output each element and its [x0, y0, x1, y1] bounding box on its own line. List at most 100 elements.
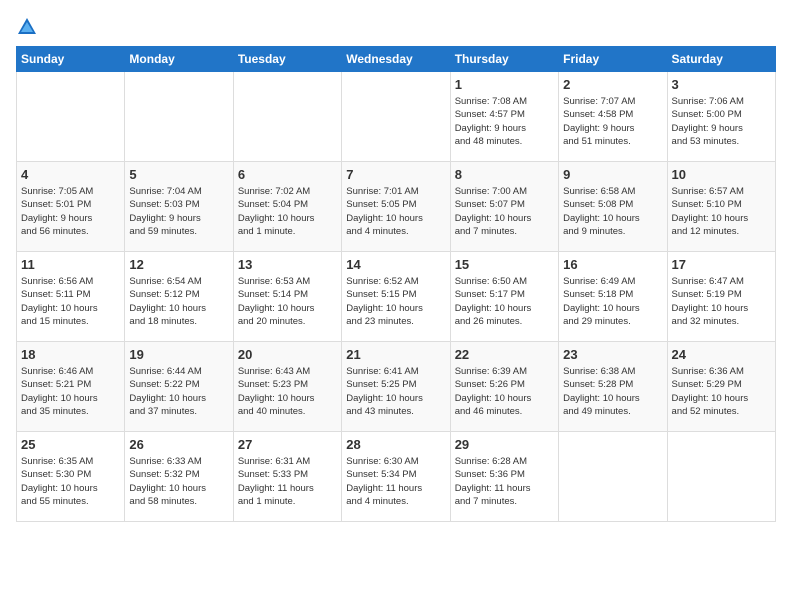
calendar-cell: 6 Sunrise: 7:02 AM Sunset: 5:04 PM Daylig…: [233, 162, 341, 252]
day-info: Sunrise: 7:01 AM Sunset: 5:05 PM Dayligh…: [346, 185, 445, 238]
calendar-cell: 24 Sunrise: 6:36 AM Sunset: 5:29 PM Dayli…: [667, 342, 775, 432]
weekday-header: Friday: [559, 47, 667, 72]
day-number: 22: [455, 347, 554, 362]
day-info: Sunrise: 6:54 AM Sunset: 5:12 PM Dayligh…: [129, 275, 228, 328]
day-info: Sunrise: 6:30 AM Sunset: 5:34 PM Dayligh…: [346, 455, 445, 508]
calendar-week-row: 4 Sunrise: 7:05 AM Sunset: 5:01 PM Daylig…: [17, 162, 776, 252]
weekday-header: Monday: [125, 47, 233, 72]
day-number: 18: [21, 347, 120, 362]
calendar-week-row: 18 Sunrise: 6:46 AM Sunset: 5:21 PM Dayli…: [17, 342, 776, 432]
day-number: 16: [563, 257, 662, 272]
day-number: 21: [346, 347, 445, 362]
weekday-header: Thursday: [450, 47, 558, 72]
day-info: Sunrise: 7:04 AM Sunset: 5:03 PM Dayligh…: [129, 185, 228, 238]
day-number: 9: [563, 167, 662, 182]
day-info: Sunrise: 6:31 AM Sunset: 5:33 PM Dayligh…: [238, 455, 337, 508]
day-number: 13: [238, 257, 337, 272]
day-info: Sunrise: 6:43 AM Sunset: 5:23 PM Dayligh…: [238, 365, 337, 418]
day-info: Sunrise: 7:07 AM Sunset: 4:58 PM Dayligh…: [563, 95, 662, 148]
day-info: Sunrise: 6:52 AM Sunset: 5:15 PM Dayligh…: [346, 275, 445, 328]
calendar-week-row: 25 Sunrise: 6:35 AM Sunset: 5:30 PM Dayli…: [17, 432, 776, 522]
calendar-cell: 29 Sunrise: 6:28 AM Sunset: 5:36 PM Dayli…: [450, 432, 558, 522]
day-info: Sunrise: 6:49 AM Sunset: 5:18 PM Dayligh…: [563, 275, 662, 328]
day-number: 26: [129, 437, 228, 452]
day-info: Sunrise: 6:28 AM Sunset: 5:36 PM Dayligh…: [455, 455, 554, 508]
calendar-table: SundayMondayTuesdayWednesdayThursdayFrid…: [16, 46, 776, 522]
calendar-cell: [667, 432, 775, 522]
calendar-cell: 17 Sunrise: 6:47 AM Sunset: 5:19 PM Dayli…: [667, 252, 775, 342]
day-number: 6: [238, 167, 337, 182]
day-info: Sunrise: 7:06 AM Sunset: 5:00 PM Dayligh…: [672, 95, 771, 148]
calendar-cell: 5 Sunrise: 7:04 AM Sunset: 5:03 PM Daylig…: [125, 162, 233, 252]
day-info: Sunrise: 7:08 AM Sunset: 4:57 PM Dayligh…: [455, 95, 554, 148]
day-info: Sunrise: 6:57 AM Sunset: 5:10 PM Dayligh…: [672, 185, 771, 238]
day-number: 7: [346, 167, 445, 182]
calendar-cell: 28 Sunrise: 6:30 AM Sunset: 5:34 PM Dayli…: [342, 432, 450, 522]
calendar-cell: 18 Sunrise: 6:46 AM Sunset: 5:21 PM Dayli…: [17, 342, 125, 432]
calendar-cell: 1 Sunrise: 7:08 AM Sunset: 4:57 PM Daylig…: [450, 72, 558, 162]
calendar-cell: 3 Sunrise: 7:06 AM Sunset: 5:00 PM Daylig…: [667, 72, 775, 162]
day-info: Sunrise: 6:47 AM Sunset: 5:19 PM Dayligh…: [672, 275, 771, 328]
day-number: 1: [455, 77, 554, 92]
page-header: [16, 16, 776, 38]
day-info: Sunrise: 7:02 AM Sunset: 5:04 PM Dayligh…: [238, 185, 337, 238]
calendar-cell: 4 Sunrise: 7:05 AM Sunset: 5:01 PM Daylig…: [17, 162, 125, 252]
logo-icon: [16, 16, 38, 38]
calendar-cell: 14 Sunrise: 6:52 AM Sunset: 5:15 PM Dayli…: [342, 252, 450, 342]
calendar-cell: 11 Sunrise: 6:56 AM Sunset: 5:11 PM Dayli…: [17, 252, 125, 342]
day-info: Sunrise: 6:41 AM Sunset: 5:25 PM Dayligh…: [346, 365, 445, 418]
weekday-header: Wednesday: [342, 47, 450, 72]
calendar-cell: 8Sunrise: 7:00 AM Sunset: 5:07 PM Daylig…: [450, 162, 558, 252]
calendar-cell: 25 Sunrise: 6:35 AM Sunset: 5:30 PM Dayli…: [17, 432, 125, 522]
day-number: 4: [21, 167, 120, 182]
day-info: Sunrise: 6:58 AM Sunset: 5:08 PM Dayligh…: [563, 185, 662, 238]
calendar-cell: [342, 72, 450, 162]
day-number: 20: [238, 347, 337, 362]
calendar-week-row: 11 Sunrise: 6:56 AM Sunset: 5:11 PM Dayli…: [17, 252, 776, 342]
calendar-cell: 12Sunrise: 6:54 AM Sunset: 5:12 PM Dayli…: [125, 252, 233, 342]
weekday-header-row: SundayMondayTuesdayWednesdayThursdayFrid…: [17, 47, 776, 72]
calendar-cell: 19 Sunrise: 6:44 AM Sunset: 5:22 PM Dayli…: [125, 342, 233, 432]
day-info: Sunrise: 6:46 AM Sunset: 5:21 PM Dayligh…: [21, 365, 120, 418]
calendar-cell: 27 Sunrise: 6:31 AM Sunset: 5:33 PM Dayli…: [233, 432, 341, 522]
calendar-cell: 23 Sunrise: 6:38 AM Sunset: 5:28 PM Dayli…: [559, 342, 667, 432]
calendar-cell: 7 Sunrise: 7:01 AM Sunset: 5:05 PM Daylig…: [342, 162, 450, 252]
day-number: 8: [455, 167, 554, 182]
day-info: Sunrise: 6:36 AM Sunset: 5:29 PM Dayligh…: [672, 365, 771, 418]
day-number: 2: [563, 77, 662, 92]
calendar-cell: 13 Sunrise: 6:53 AM Sunset: 5:14 PM Dayli…: [233, 252, 341, 342]
day-number: 15: [455, 257, 554, 272]
weekday-header: Sunday: [17, 47, 125, 72]
day-number: 25: [21, 437, 120, 452]
day-info: Sunrise: 6:44 AM Sunset: 5:22 PM Dayligh…: [129, 365, 228, 418]
day-info: Sunrise: 6:50 AM Sunset: 5:17 PM Dayligh…: [455, 275, 554, 328]
calendar-cell: 20 Sunrise: 6:43 AM Sunset: 5:23 PM Dayli…: [233, 342, 341, 432]
day-info: Sunrise: 6:53 AM Sunset: 5:14 PM Dayligh…: [238, 275, 337, 328]
day-number: 24: [672, 347, 771, 362]
day-info: Sunrise: 6:56 AM Sunset: 5:11 PM Dayligh…: [21, 275, 120, 328]
calendar-cell: [559, 432, 667, 522]
calendar-cell: 10Sunrise: 6:57 AM Sunset: 5:10 PM Dayli…: [667, 162, 775, 252]
day-info: Sunrise: 7:05 AM Sunset: 5:01 PM Dayligh…: [21, 185, 120, 238]
day-number: 29: [455, 437, 554, 452]
day-number: 27: [238, 437, 337, 452]
day-info: Sunrise: 6:38 AM Sunset: 5:28 PM Dayligh…: [563, 365, 662, 418]
calendar-cell: [125, 72, 233, 162]
day-number: 19: [129, 347, 228, 362]
calendar-week-row: 1 Sunrise: 7:08 AM Sunset: 4:57 PM Daylig…: [17, 72, 776, 162]
day-number: 14: [346, 257, 445, 272]
calendar-cell: 15 Sunrise: 6:50 AM Sunset: 5:17 PM Dayli…: [450, 252, 558, 342]
day-number: 11: [21, 257, 120, 272]
day-number: 23: [563, 347, 662, 362]
logo: [16, 16, 42, 38]
day-info: Sunrise: 6:35 AM Sunset: 5:30 PM Dayligh…: [21, 455, 120, 508]
day-number: 28: [346, 437, 445, 452]
day-number: 17: [672, 257, 771, 272]
day-number: 5: [129, 167, 228, 182]
day-info: Sunrise: 6:39 AM Sunset: 5:26 PM Dayligh…: [455, 365, 554, 418]
calendar-cell: 22 Sunrise: 6:39 AM Sunset: 5:26 PM Dayli…: [450, 342, 558, 432]
calendar-cell: 16 Sunrise: 6:49 AM Sunset: 5:18 PM Dayli…: [559, 252, 667, 342]
weekday-header: Tuesday: [233, 47, 341, 72]
day-number: 3: [672, 77, 771, 92]
calendar-cell: 26Sunrise: 6:33 AM Sunset: 5:32 PM Dayli…: [125, 432, 233, 522]
